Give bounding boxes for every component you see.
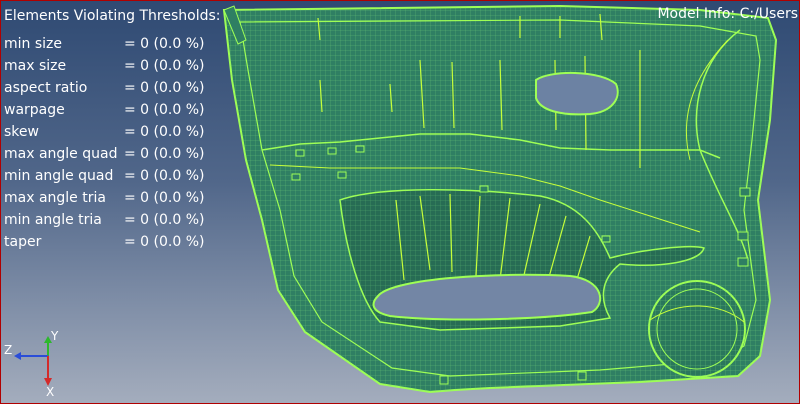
stat-value: = 0 (0.0 %) [124,36,205,52]
z-arrow-icon [14,352,21,360]
threshold-stats: min size = 0 (0.0 %) max size = 0 (0.0 %) as… [4,36,214,256]
stat-label: warpage [4,102,65,118]
stat-value: = 0 (0.0 %) [124,80,205,96]
stat-row: warpage = 0 (0.0 %) [4,102,214,124]
stat-value: = 0 (0.0 %) [124,212,205,228]
stat-row: taper = 0 (0.0 %) [4,234,214,256]
stat-value: = 0 (0.0 %) [124,190,205,206]
stat-row: max size = 0 (0.0 %) [4,58,214,80]
stat-row: max angle quad = 0 (0.0 %) [4,146,214,168]
speaker-grille[interactable] [648,280,746,378]
stat-row: min angle tria = 0 (0.0 %) [4,212,214,234]
stat-label: min size [4,36,62,52]
stat-label: min angle tria [4,212,102,228]
stat-row: min size = 0 (0.0 %) [4,36,214,58]
stat-row: min angle quad = 0 (0.0 %) [4,168,214,190]
stat-row: max angle tria = 0 (0.0 %) [4,190,214,212]
graphics-viewport[interactable]: Elements Violating Thresholds: min size =… [0,0,800,404]
stat-value: = 0 (0.0 %) [124,124,205,140]
stat-value: = 0 (0.0 %) [124,168,205,184]
stat-label: min angle quad [4,168,114,184]
stat-row: skew = 0 (0.0 %) [4,124,214,146]
stat-value: = 0 (0.0 %) [124,234,205,250]
stat-label: aspect ratio [4,80,88,96]
stat-label: taper [4,234,42,250]
x-axis-label: X [46,385,54,399]
z-axis-label: Z [4,343,12,357]
model-info: Model Info: C:/Users [657,6,798,22]
door-handle-opening[interactable] [535,72,619,116]
stat-value: = 0 (0.0 %) [124,58,205,74]
stat-label: max size [4,58,67,74]
stat-value: = 0 (0.0 %) [124,102,205,118]
y-axis-label: Y [50,329,59,343]
axis-triad[interactable]: Y Z X [0,320,80,404]
stat-label: max angle tria [4,190,106,206]
stat-label: max angle quad [4,146,118,162]
stat-row: aspect ratio = 0 (0.0 %) [4,80,214,102]
stat-value: = 0 (0.0 %) [124,146,205,162]
stats-title: Elements Violating Thresholds: [4,8,221,24]
stat-label: skew [4,124,39,140]
